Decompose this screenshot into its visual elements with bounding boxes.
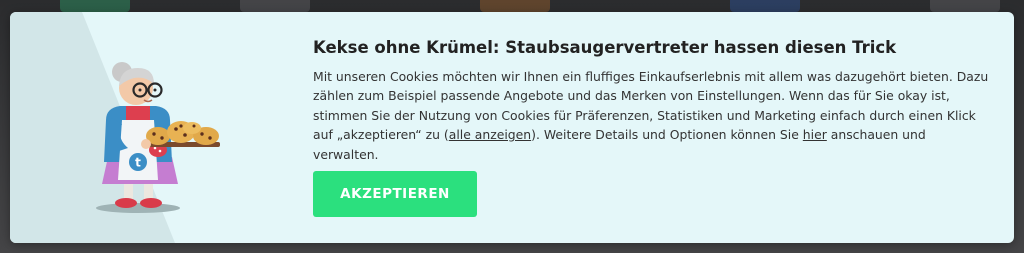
description-part-2: ). Weitere Details und Optionen können S… <box>531 127 803 143</box>
grandma-baking-cookies-icon: t <box>96 62 220 213</box>
background-tile <box>60 0 130 12</box>
background-tile <box>730 0 800 12</box>
background-tile <box>240 0 310 12</box>
svg-text:t: t <box>135 156 141 170</box>
show-all-cookies-link[interactable]: alle anzeigen <box>449 127 531 142</box>
background-tile <box>480 0 550 12</box>
accept-cookies-button[interactable]: AKZEPTIEREN <box>313 171 477 217</box>
banner-description: Mit unseren Cookies möchten wir Ihnen ei… <box>313 67 993 164</box>
cookie-settings-link[interactable]: hier <box>803 127 827 142</box>
banner-content: Kekse ohne Krümel: Staubsaugervertreter … <box>313 37 993 164</box>
cookie-consent-banner: t Kekse ohne Krümel: Staubsaugervertrete… <box>10 12 1014 243</box>
background-tile <box>930 0 1000 12</box>
banner-title: Kekse ohne Krümel: Staubsaugervertreter … <box>313 38 897 57</box>
